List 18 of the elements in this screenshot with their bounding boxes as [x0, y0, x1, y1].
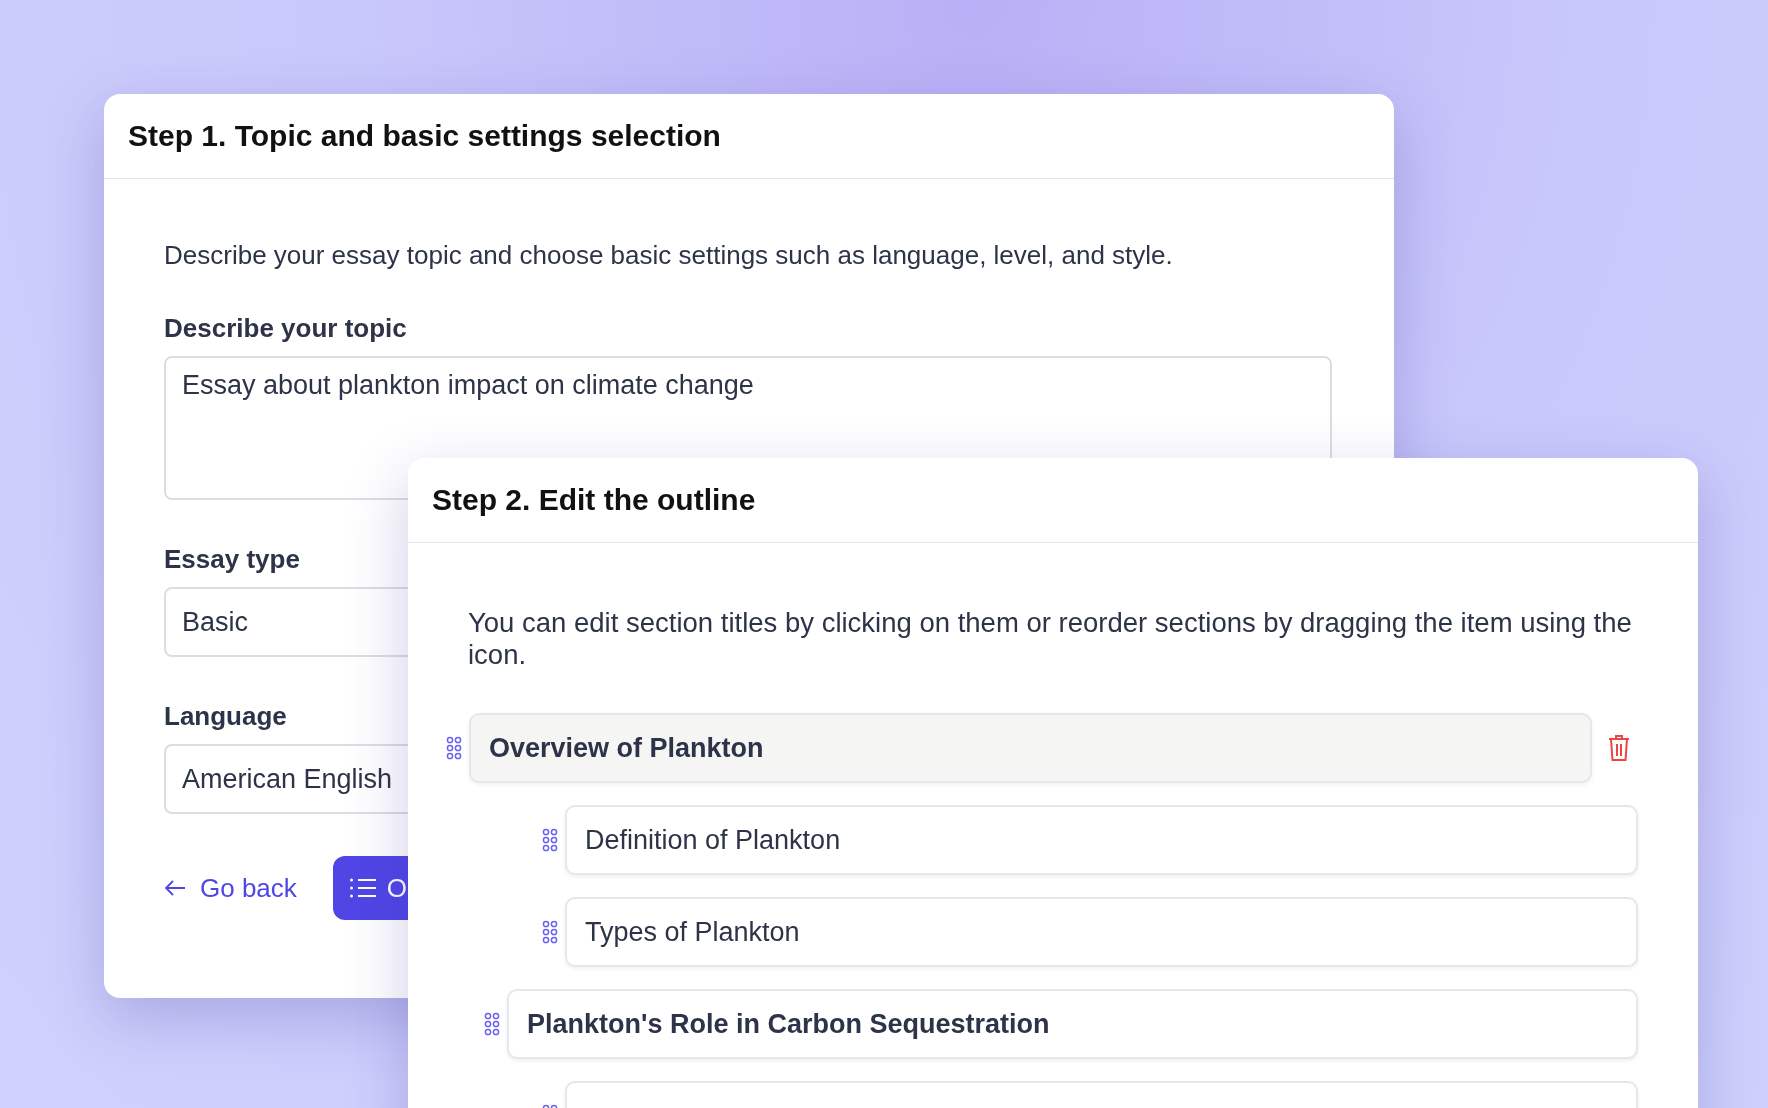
step-description: Describe your essay topic and choose basic settings such as language, level, and style. [164, 239, 1174, 271]
field-label: Language [164, 701, 287, 732]
drag-handle-icon[interactable] [484, 1012, 500, 1036]
list-icon [348, 877, 377, 899]
card-title: Step 1. Topic and basic settings selection [128, 119, 721, 153]
outline-item[interactable]: Overview of Plankton [469, 713, 1592, 783]
drag-handle-icon[interactable] [542, 920, 558, 944]
field-label: Describe your topic [164, 313, 407, 344]
outline-item[interactable]: Types of Plankton [565, 897, 1638, 967]
trash-icon[interactable] [1607, 734, 1631, 762]
go-back-link[interactable]: Go back [164, 872, 297, 904]
drag-handle-icon[interactable] [446, 736, 462, 760]
back-arrow-icon [164, 879, 186, 897]
field-label: Essay type [164, 544, 300, 575]
step-description: You can edit section titles by clicking on them or reorder sections by dragging the item using the icon. [468, 607, 1633, 671]
outline-item[interactable]: Definition of Plankton [565, 805, 1638, 875]
drag-handle-icon[interactable] [542, 828, 558, 852]
outline-item[interactable]: Plankton's Role in Carbon Sequestration [507, 989, 1638, 1059]
